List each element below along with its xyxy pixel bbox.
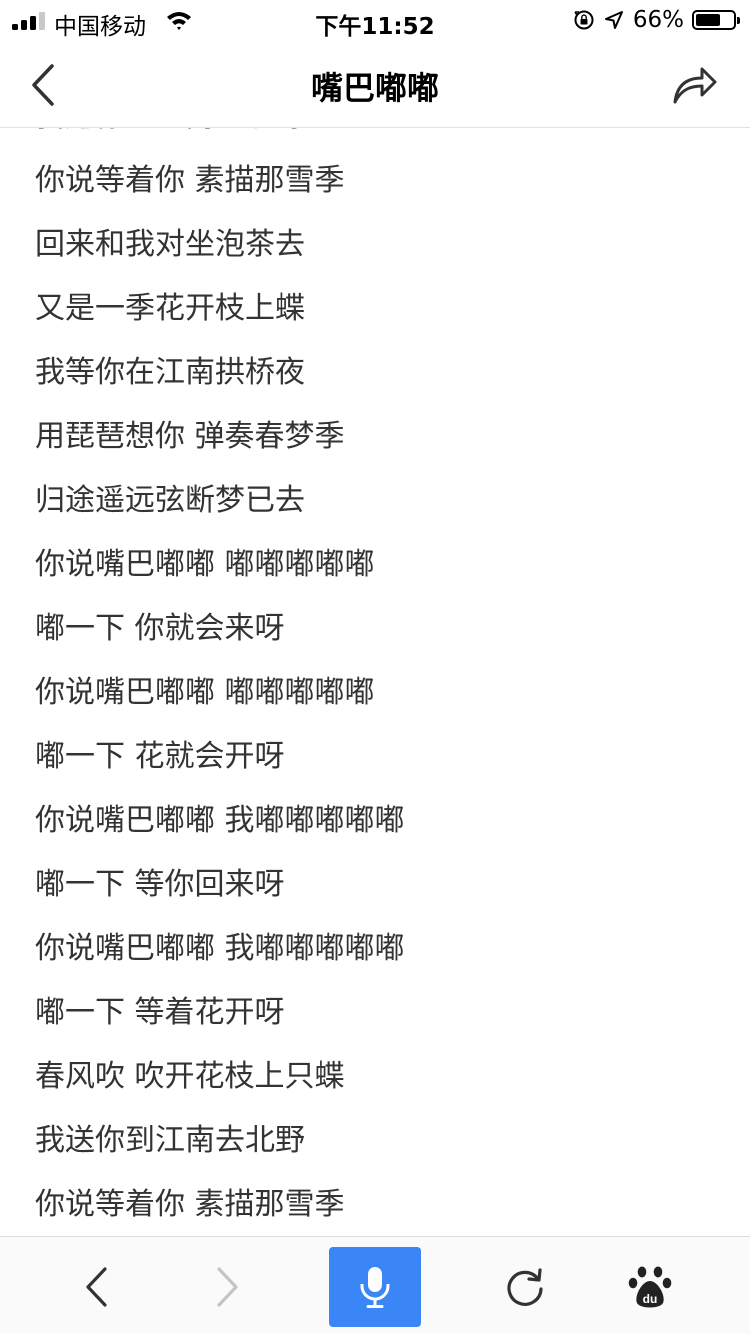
- lyric-line: 回来和我对坐泡茶去: [35, 227, 305, 262]
- lyric-line: 归途遥远弦断梦已去: [35, 483, 305, 518]
- lyric-line: 又是一季花开枝上蝶: [35, 291, 305, 326]
- lyric-line: 我等你在江南拱桥夜: [35, 355, 305, 390]
- share-arrow-icon: [673, 67, 717, 104]
- baidu-home-button[interactable]: du: [612, 1247, 688, 1327]
- location-arrow-icon: [604, 11, 623, 29]
- toolbar-back-button[interactable]: [58, 1247, 134, 1327]
- baidu-logo-text: du: [643, 1292, 658, 1306]
- lyric-line: 嘟一下 等着花开呀: [35, 995, 285, 1030]
- refresh-button[interactable]: [487, 1247, 563, 1327]
- lyric-line: 你说嘴巴嘟嘟 嘟嘟嘟嘟嘟: [35, 547, 375, 582]
- share-button[interactable]: [668, 60, 722, 110]
- back-icon: [86, 1267, 107, 1307]
- lyric-line: 用琵琶想你 弹奏春梦季: [35, 419, 345, 454]
- lyric-line: 你说等着你 素描那雪季: [35, 163, 345, 198]
- orientation-lock-icon: [574, 10, 594, 30]
- battery-percentage: 66%: [632, 7, 684, 33]
- lyric-line: 你说嘴巴嘟嘟 我嘟嘟嘟嘟嘟: [35, 803, 405, 838]
- nav-bar: 嘴巴嘟嘟: [0, 40, 750, 128]
- lyric-line: 嘟一下 花就会开呀: [35, 739, 285, 774]
- lyric-line: 春风吹 吹开花枝上只蝶: [35, 1059, 345, 1094]
- chevron-left-icon: [32, 64, 54, 106]
- browser-toolbar: du: [0, 1236, 750, 1334]
- back-button[interactable]: [18, 60, 68, 110]
- lyric-line: 嘟一下 等你回来呀: [35, 867, 285, 902]
- status-bar: 中国移动 下午11:52 66%: [0, 0, 750, 40]
- status-right-group: 66%: [573, 6, 740, 34]
- refresh-icon: [507, 1268, 543, 1306]
- microphone-icon: [360, 1267, 390, 1308]
- battery-icon: [692, 10, 740, 30]
- screen: 中国移动 下午11:52 66% 嘴巴嘟嘟 你说等着你 素描那雪季 回来和我对坐…: [0, 0, 750, 1334]
- lyric-line: 我送你到江南去北野: [35, 1123, 305, 1158]
- baidu-paw-icon: du: [628, 1266, 672, 1308]
- lyrics-list: 我送你到江南去北野你说等着你 素描那雪季回来和我对坐泡茶去又是一季花开枝上蝶我等…: [0, 128, 750, 1236]
- forward-icon: [217, 1267, 238, 1307]
- toolbar-forward-button[interactable]: [190, 1247, 266, 1327]
- lyric-line: 你说嘴巴嘟嘟 嘟嘟嘟嘟嘟: [35, 675, 375, 710]
- page-title: 嘴巴嘟嘟: [310, 69, 439, 107]
- battery-fill: [696, 14, 720, 26]
- lyrics-content[interactable]: 我送你到江南去北野你说等着你 素描那雪季回来和我对坐泡茶去又是一季花开枝上蝶我等…: [0, 128, 750, 1236]
- lyric-line: 我送你到江南去北野: [0, 128, 750, 149]
- lyric-line: 你说嘴巴嘟嘟 我嘟嘟嘟嘟嘟: [35, 931, 405, 966]
- lyric-line: 嘟一下 你就会来呀: [35, 611, 285, 646]
- lyric-line: 你说等着你 素描那雪季: [35, 1187, 345, 1222]
- voice-search-button[interactable]: [329, 1247, 421, 1327]
